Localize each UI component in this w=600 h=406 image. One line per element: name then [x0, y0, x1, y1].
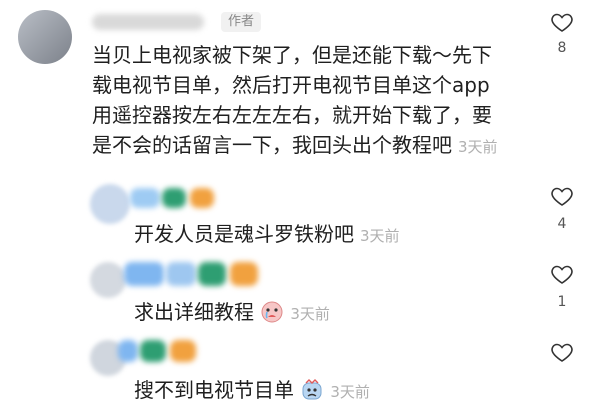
- reply-username-blurred[interactable]: [130, 188, 160, 208]
- heart-icon[interactable]: [549, 262, 575, 286]
- heart-icon[interactable]: [549, 340, 575, 364]
- like-count: 1: [557, 294, 567, 310]
- crying-face-icon: [261, 301, 283, 323]
- timestamp: 3天前: [458, 138, 498, 156]
- reply-text[interactable]: 求出详细教程 3天前: [134, 296, 330, 325]
- heart-icon[interactable]: [549, 184, 575, 208]
- reply-username-blurred[interactable]: [162, 188, 186, 208]
- avatar[interactable]: [18, 10, 72, 64]
- comment-line: 当贝上电视家被下架了，但是还能下载～先下: [92, 43, 492, 67]
- reply-username-blurred[interactable]: [166, 262, 196, 286]
- reply-text-content: 搜不到电视节目单: [134, 378, 294, 402]
- timestamp: 3天前: [330, 383, 370, 401]
- like-count: 8: [557, 40, 567, 56]
- sad-face-icon: [302, 379, 322, 400]
- reply-text[interactable]: 开发人员是魂斗罗铁粉吧 3天前: [134, 218, 400, 247]
- comment-line-text: 是不会的话留言一下，我回头出个教程吧: [92, 133, 452, 157]
- author-badge: 作者: [221, 12, 261, 32]
- like-count: 4: [557, 216, 567, 232]
- reply-username-blurred[interactable]: [140, 340, 166, 362]
- reply-username-blurred[interactable]: [118, 340, 138, 362]
- username-blurred[interactable]: [92, 14, 204, 30]
- heart-icon[interactable]: [549, 10, 575, 34]
- reply-username-blurred[interactable]: [170, 340, 196, 362]
- reply-username-blurred[interactable]: [190, 188, 214, 208]
- reply-username-blurred[interactable]: [124, 262, 164, 286]
- timestamp: 3天前: [360, 227, 400, 245]
- reply-username-blurred[interactable]: [198, 262, 226, 286]
- reply-text[interactable]: 搜不到电视节目单 3天前: [134, 374, 370, 403]
- comment-line: 用遥控器按左右左左左右，就开始下载了，要: [92, 103, 492, 127]
- reply-text-content: 开发人员是魂斗罗铁粉吧: [134, 222, 354, 246]
- comment-line: 是不会的话留言一下，我回头出个教程吧 3天前: [92, 130, 532, 162]
- reply-text-content: 求出详细教程: [134, 300, 254, 324]
- reply-avatar[interactable]: [90, 262, 126, 298]
- reply-username-blurred[interactable]: [230, 262, 258, 286]
- main-comment-text[interactable]: 当贝上电视家被下架了，但是还能下载～先下 载电视节目单，然后打开电视节目单这个a…: [92, 40, 532, 162]
- reply-avatar[interactable]: [90, 184, 130, 224]
- comment-line: 载电视节目单，然后打开电视节目单这个app: [92, 73, 490, 97]
- timestamp: 3天前: [290, 305, 330, 323]
